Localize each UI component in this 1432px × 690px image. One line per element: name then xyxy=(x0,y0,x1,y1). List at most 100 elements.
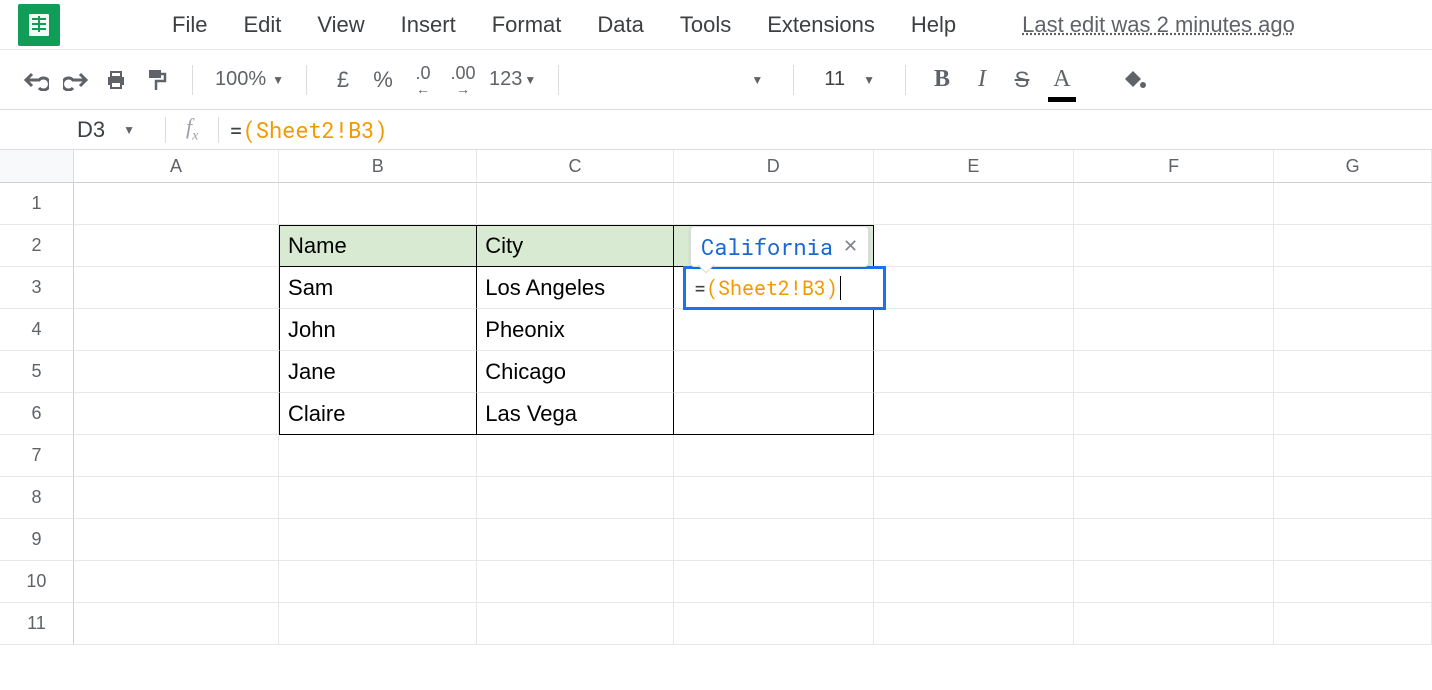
cell-C9[interactable] xyxy=(477,519,673,561)
cell-F4[interactable] xyxy=(1074,309,1274,351)
cell-B4[interactable]: John xyxy=(279,309,477,351)
col-header-F[interactable]: F xyxy=(1074,150,1274,183)
cell-D4[interactable] xyxy=(674,309,874,351)
cell-G3[interactable] xyxy=(1274,267,1432,309)
row-header-2[interactable]: 2 xyxy=(0,225,74,267)
col-header-B[interactable]: B xyxy=(279,150,477,183)
cell-G9[interactable] xyxy=(1274,519,1432,561)
cell-G4[interactable] xyxy=(1274,309,1432,351)
menu-file[interactable]: File xyxy=(172,12,207,38)
cell-A1[interactable] xyxy=(74,183,279,225)
print-button[interactable] xyxy=(102,62,130,98)
redo-button[interactable] xyxy=(62,62,90,98)
zoom-select[interactable]: 100%▼ xyxy=(215,62,284,98)
cell-B7[interactable] xyxy=(279,435,477,477)
formula-input[interactable]: =(Sheet2!B3) xyxy=(229,115,1432,144)
cell-A3[interactable] xyxy=(74,267,279,309)
row-header-4[interactable]: 4 xyxy=(0,309,74,351)
row-header-6[interactable]: 6 xyxy=(0,393,74,435)
cell-C2[interactable]: City xyxy=(477,225,673,267)
row-header-11[interactable]: 11 xyxy=(0,603,74,645)
cell-F11[interactable] xyxy=(1074,603,1274,645)
cell-F10[interactable] xyxy=(1074,561,1274,603)
cell-C10[interactable] xyxy=(477,561,673,603)
bold-button[interactable]: B xyxy=(928,62,956,98)
more-formats-button[interactable]: 123▼ xyxy=(489,62,536,98)
menu-help[interactable]: Help xyxy=(911,12,956,38)
cell-B6[interactable]: Claire xyxy=(279,393,477,435)
cell-C6[interactable]: Las Vega xyxy=(477,393,673,435)
row-header-3[interactable]: 3 xyxy=(0,267,74,309)
paint-format-button[interactable] xyxy=(142,62,170,98)
cell-G2[interactable] xyxy=(1274,225,1432,267)
cell-A2[interactable] xyxy=(74,225,279,267)
cell-G5[interactable] xyxy=(1274,351,1432,393)
cell-editor-D3[interactable]: =(Sheet2!B3) xyxy=(683,266,886,310)
cell-G1[interactable] xyxy=(1274,183,1432,225)
name-box[interactable]: D3▼ xyxy=(0,110,155,149)
increase-decimal-button[interactable]: .00→ xyxy=(449,62,477,98)
cell-A5[interactable] xyxy=(74,351,279,393)
menu-format[interactable]: Format xyxy=(492,12,562,38)
cell-B1[interactable] xyxy=(279,183,477,225)
cell-E9[interactable] xyxy=(874,519,1074,561)
menu-extensions[interactable]: Extensions xyxy=(767,12,875,38)
menu-view[interactable]: View xyxy=(317,12,364,38)
cell-A9[interactable] xyxy=(74,519,279,561)
cell-G6[interactable] xyxy=(1274,393,1432,435)
cell-D5[interactable] xyxy=(674,351,874,393)
cell-A10[interactable] xyxy=(74,561,279,603)
row-header-5[interactable]: 5 xyxy=(0,351,74,393)
cell-D10[interactable] xyxy=(674,561,874,603)
cell-D8[interactable] xyxy=(674,477,874,519)
cell-F7[interactable] xyxy=(1074,435,1274,477)
cell-F2[interactable] xyxy=(1074,225,1274,267)
select-all-corner[interactable] xyxy=(0,150,74,183)
cell-C5[interactable]: Chicago xyxy=(477,351,673,393)
cell-F9[interactable] xyxy=(1074,519,1274,561)
menu-data[interactable]: Data xyxy=(597,12,643,38)
strike-button[interactable]: S xyxy=(1008,62,1036,98)
cell-D1[interactable] xyxy=(674,183,874,225)
cell-E10[interactable] xyxy=(874,561,1074,603)
text-color-button[interactable]: A xyxy=(1048,62,1076,98)
decrease-decimal-button[interactable]: .0← xyxy=(409,62,437,98)
cell-E8[interactable] xyxy=(874,477,1074,519)
cell-C11[interactable] xyxy=(477,603,673,645)
cell-E6[interactable] xyxy=(874,393,1074,435)
cell-B8[interactable] xyxy=(279,477,477,519)
undo-button[interactable] xyxy=(22,62,50,98)
cell-C8[interactable] xyxy=(477,477,673,519)
cell-G11[interactable] xyxy=(1274,603,1432,645)
cell-B5[interactable]: Jane xyxy=(279,351,477,393)
cell-C4[interactable]: Pheonix xyxy=(477,309,673,351)
currency-button[interactable]: £ xyxy=(329,62,357,98)
cell-D7[interactable] xyxy=(674,435,874,477)
cell-F6[interactable] xyxy=(1074,393,1274,435)
cell-G10[interactable] xyxy=(1274,561,1432,603)
cell-E2[interactable] xyxy=(874,225,1074,267)
cell-E1[interactable] xyxy=(874,183,1074,225)
row-header-7[interactable]: 7 xyxy=(0,435,74,477)
cell-E11[interactable] xyxy=(874,603,1074,645)
row-header-9[interactable]: 9 xyxy=(0,519,74,561)
cell-B2[interactable]: Name xyxy=(279,225,477,267)
cell-A4[interactable] xyxy=(74,309,279,351)
font-family-dropdown[interactable]: ▼ xyxy=(743,62,771,98)
cell-A6[interactable] xyxy=(74,393,279,435)
cell-B10[interactable] xyxy=(279,561,477,603)
menu-edit[interactable]: Edit xyxy=(243,12,281,38)
tooltip-close-icon[interactable]: ✕ xyxy=(843,236,858,257)
cell-C1[interactable] xyxy=(477,183,673,225)
cell-E3[interactable] xyxy=(874,267,1074,309)
cell-G7[interactable] xyxy=(1274,435,1432,477)
row-header-10[interactable]: 10 xyxy=(0,561,74,603)
cell-B9[interactable] xyxy=(279,519,477,561)
row-header-1[interactable]: 1 xyxy=(0,183,74,225)
cell-A8[interactable] xyxy=(74,477,279,519)
col-header-E[interactable]: E xyxy=(874,150,1074,183)
cell-D9[interactable] xyxy=(674,519,874,561)
italic-button[interactable]: I xyxy=(968,62,996,98)
cell-D6[interactable] xyxy=(674,393,874,435)
col-header-C[interactable]: C xyxy=(477,150,673,183)
